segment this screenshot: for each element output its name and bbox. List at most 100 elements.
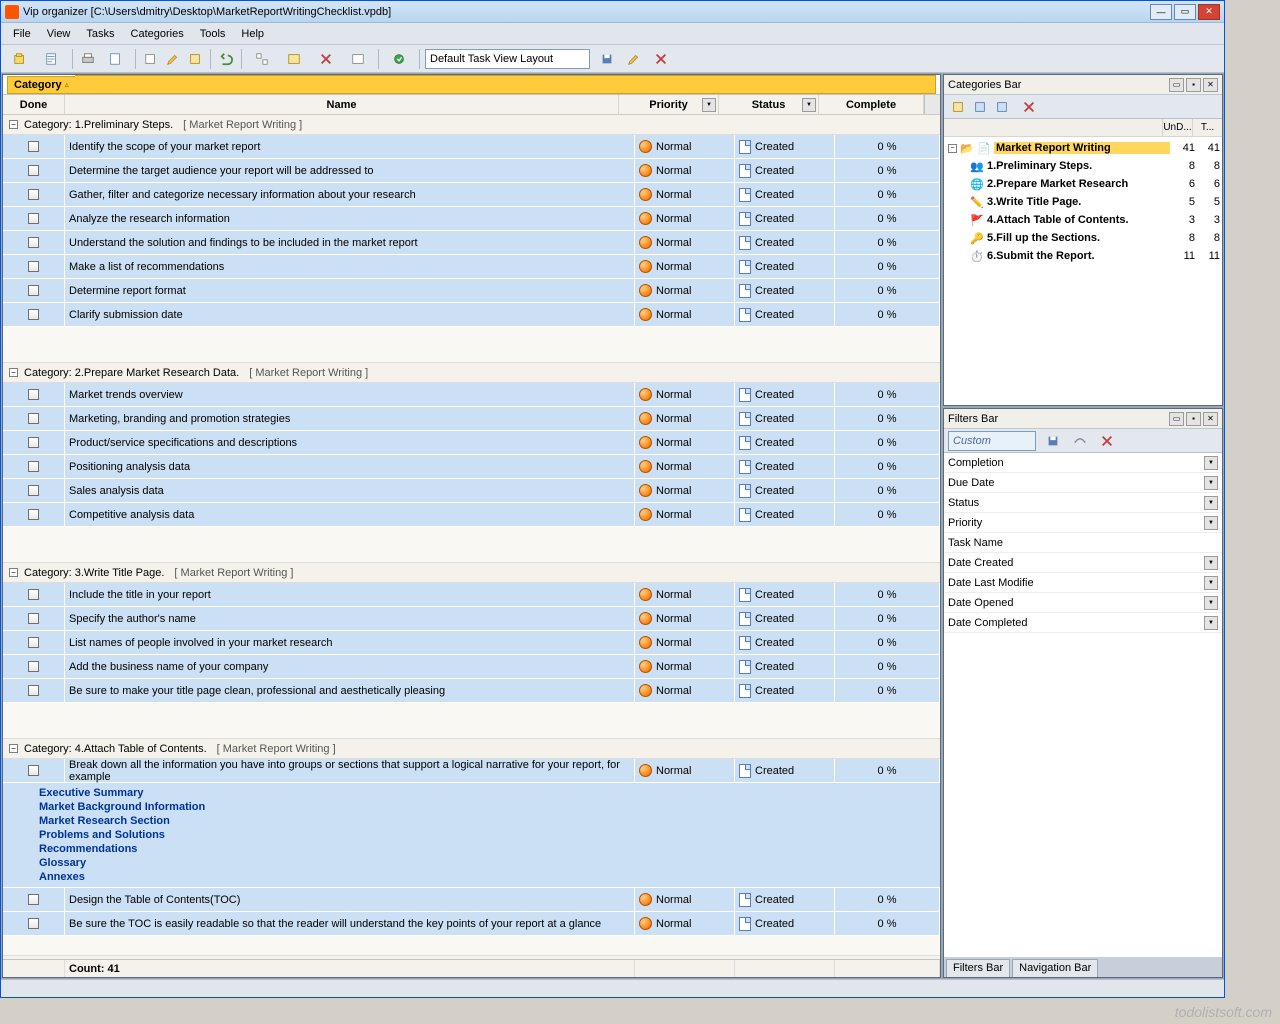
done-checkbox[interactable]: [28, 894, 39, 905]
task-row[interactable]: Sales analysis data Normal Created 0 %: [3, 479, 940, 503]
task-row[interactable]: Design the Table of Contents(TOC) Normal…: [3, 888, 940, 912]
done-checkbox[interactable]: [28, 437, 39, 448]
tab-navigation-bar[interactable]: Navigation Bar: [1012, 959, 1098, 977]
task-row[interactable]: Include the title in your report Normal …: [3, 583, 940, 607]
group-row[interactable]: −Category: 4.Attach Table of Contents.[ …: [3, 739, 940, 759]
paste-button[interactable]: [185, 49, 205, 69]
done-checkbox[interactable]: [28, 918, 39, 929]
tree-root[interactable]: −📂📄Market Report Writing4141: [946, 139, 1220, 157]
cat-col-undone[interactable]: UnD...: [1162, 119, 1192, 136]
minimize-button[interactable]: —: [1150, 4, 1172, 20]
collapse-icon[interactable]: −: [9, 120, 18, 129]
done-checkbox[interactable]: [28, 213, 39, 224]
col-name[interactable]: Name: [65, 95, 619, 114]
chevron-down-icon[interactable]: ▼: [1204, 576, 1218, 590]
new-db-button[interactable]: [5, 49, 35, 69]
done-checkbox[interactable]: [28, 613, 39, 624]
menu-file[interactable]: File: [5, 25, 39, 43]
task-row[interactable]: Be sure the TOC is easily readable so th…: [3, 912, 940, 936]
tree-item[interactable]: 👥1.Preliminary Steps.88: [946, 157, 1220, 175]
done-checkbox[interactable]: [28, 413, 39, 424]
print-button[interactable]: [78, 49, 98, 69]
task-row[interactable]: Specify the author's name Normal Created…: [3, 607, 940, 631]
done-checkbox[interactable]: [28, 485, 39, 496]
task-row[interactable]: Add the business name of your company No…: [3, 655, 940, 679]
done-checkbox[interactable]: [28, 309, 39, 320]
tree-item[interactable]: ✏️3.Write Title Page.55: [946, 193, 1220, 211]
chevron-down-icon[interactable]: ▼: [1204, 616, 1218, 630]
apply-button[interactable]: [343, 49, 373, 69]
col-complete[interactable]: Complete: [819, 95, 924, 114]
delete-button[interactable]: [311, 49, 341, 69]
cat-edit-button[interactable]: [970, 97, 990, 117]
cat-move-button[interactable]: [992, 97, 1012, 117]
collapse-icon[interactable]: −: [9, 744, 18, 753]
panel-restore-icon[interactable]: ▭: [1169, 78, 1184, 92]
filter-field[interactable]: Task Name: [944, 533, 1222, 553]
done-checkbox[interactable]: [28, 389, 39, 400]
filter-save-button[interactable]: [1038, 431, 1068, 451]
filter-preset-combo[interactable]: [948, 431, 1036, 451]
filter-field[interactable]: Priority▼: [944, 513, 1222, 533]
cat-col-total[interactable]: T...: [1192, 119, 1222, 136]
done-checkbox[interactable]: [28, 661, 39, 672]
export-button[interactable]: [100, 49, 130, 69]
task-row[interactable]: Product/service specifications and descr…: [3, 431, 940, 455]
menu-tasks[interactable]: Tasks: [78, 25, 122, 43]
maximize-button[interactable]: ▭: [1174, 4, 1196, 20]
done-checkbox[interactable]: [28, 165, 39, 176]
chevron-down-icon[interactable]: ▼: [1204, 556, 1218, 570]
tree-item[interactable]: 🌐2.Prepare Market Research66: [946, 175, 1220, 193]
task-row[interactable]: Gather, filter and categorize necessary …: [3, 183, 940, 207]
cat-delete-button[interactable]: [1014, 97, 1044, 117]
task-row[interactable]: Competitive analysis data Normal Created…: [3, 503, 940, 527]
done-checkbox[interactable]: [28, 189, 39, 200]
layout-save-button[interactable]: [592, 49, 622, 69]
done-checkbox[interactable]: [28, 237, 39, 248]
tree-item[interactable]: 🚩4.Attach Table of Contents.33: [946, 211, 1220, 229]
panel-close-icon[interactable]: ✕: [1203, 412, 1218, 426]
task-row[interactable]: Clarify submission date Normal Created 0…: [3, 303, 940, 327]
task-row[interactable]: Be sure to make your title page clean, p…: [3, 679, 940, 703]
panel-restore-icon[interactable]: ▭: [1169, 412, 1184, 426]
group-tag-category[interactable]: Category: [7, 76, 76, 94]
menu-categories[interactable]: Categories: [123, 25, 192, 43]
menu-help[interactable]: Help: [233, 25, 272, 43]
chevron-down-icon[interactable]: ▼: [1204, 496, 1218, 510]
filter-dd-icon[interactable]: ▼: [702, 98, 716, 112]
grid-body[interactable]: −Category: 1.Preliminary Steps.[ Market …: [3, 115, 940, 959]
close-button[interactable]: ✕: [1198, 4, 1220, 20]
layout-edit-button[interactable]: [624, 49, 644, 69]
filter-clear-button[interactable]: [1070, 431, 1090, 451]
filter-dd-icon[interactable]: ▼: [802, 98, 816, 112]
panel-close-icon[interactable]: ✕: [1203, 78, 1218, 92]
collapse-icon[interactable]: −: [9, 568, 18, 577]
task-row[interactable]: Determine report format Normal Created 0…: [3, 279, 940, 303]
group-row[interactable]: −Category: 1.Preliminary Steps.[ Market …: [3, 115, 940, 135]
done-checkbox[interactable]: [28, 765, 39, 776]
done-checkbox[interactable]: [28, 285, 39, 296]
cut-button[interactable]: [141, 49, 161, 69]
task-row[interactable]: Make a list of recommendations Normal Cr…: [3, 255, 940, 279]
done-checkbox[interactable]: [28, 261, 39, 272]
col-status[interactable]: Status▼: [719, 95, 819, 114]
menu-tools[interactable]: Tools: [192, 25, 234, 43]
new-task-button[interactable]: [37, 49, 67, 69]
layout-combo[interactable]: [425, 49, 590, 69]
tree-item[interactable]: 🔑5.Fill up the Sections.88: [946, 229, 1220, 247]
done-checkbox[interactable]: [28, 685, 39, 696]
task-row[interactable]: Market trends overview Normal Created 0 …: [3, 383, 940, 407]
task-row[interactable]: Break down all the information you have …: [3, 759, 940, 783]
task-row[interactable]: Identify the scope of your market report…: [3, 135, 940, 159]
collapse-icon[interactable]: −: [948, 144, 957, 153]
chevron-down-icon[interactable]: ▼: [1204, 456, 1218, 470]
filter-field[interactable]: Date Created▼: [944, 553, 1222, 573]
filter-field[interactable]: Date Opened▼: [944, 593, 1222, 613]
menu-view[interactable]: View: [39, 25, 79, 43]
edit-button[interactable]: [163, 49, 183, 69]
done-checkbox[interactable]: [28, 509, 39, 520]
scrollbar-top[interactable]: [924, 95, 940, 114]
panel-pin-icon[interactable]: ▪: [1186, 78, 1201, 92]
panel-pin-icon[interactable]: ▪: [1186, 412, 1201, 426]
task-row[interactable]: Analyze the research information Normal …: [3, 207, 940, 231]
